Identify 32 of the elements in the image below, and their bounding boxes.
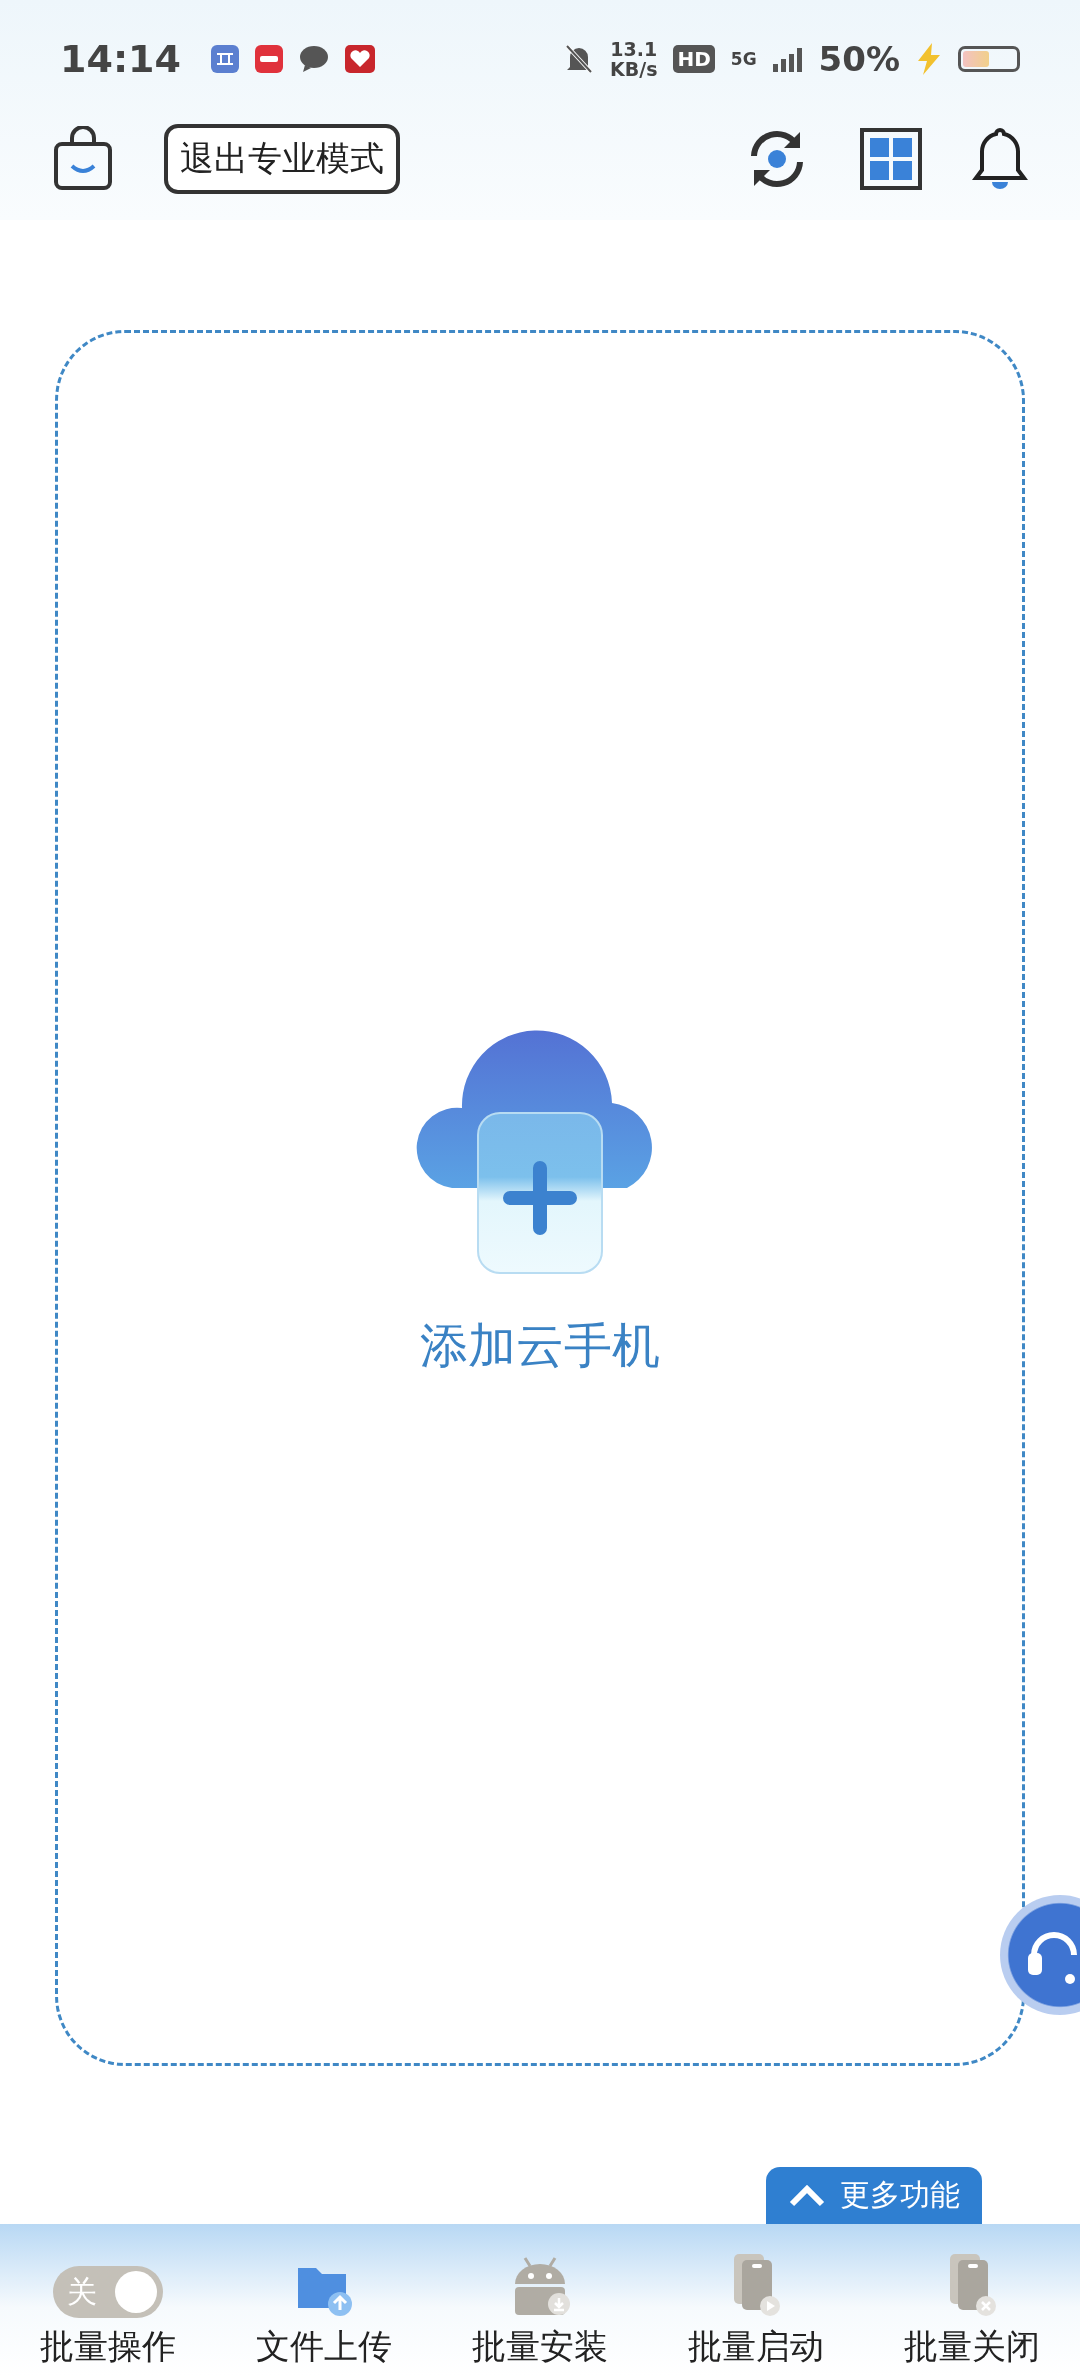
batch-action-label: 批量操作 [40, 2325, 176, 2368]
add-cloud-phone-label: 添加云手机 [420, 1316, 660, 1375]
batch-action-label: 文件上传 [256, 2325, 392, 2368]
more-features-button[interactable]: 更多功能 [766, 2167, 982, 2224]
shopping-bag-icon[interactable] [52, 126, 114, 192]
batch-action-item[interactable]: 批量启动 [688, 2252, 824, 2370]
exit-pro-mode-button[interactable]: 退出专业模式 [164, 124, 400, 194]
network-speed: 13.1 KB/s [610, 39, 658, 79]
grid-icon[interactable] [860, 128, 922, 190]
charging-icon [916, 43, 942, 75]
add-cloud-phone-card[interactable]: 添加云手机 [55, 330, 1025, 2066]
batch-action-item[interactable]: 批量安装 [472, 2252, 608, 2370]
hd-indicator: HD [673, 45, 715, 73]
chat-bubble-icon [298, 45, 329, 73]
battery-icon [958, 46, 1020, 72]
heart-app-icon [344, 45, 375, 73]
batch-action-label: 批量关闭 [904, 2325, 1040, 2368]
batch-action-label: 批量安装 [472, 2325, 608, 2368]
bell-muted-icon [564, 43, 594, 75]
battery-percent: 50% [818, 39, 900, 79]
batch-action-item[interactable]: 文件上传 [256, 2258, 392, 2370]
batch-action-label: 批量启动 [688, 2325, 824, 2368]
toggle-text: 关 [67, 2272, 97, 2311]
network-type: 5G [730, 49, 757, 69]
notification-bell-icon[interactable] [972, 126, 1028, 192]
batch-action-item[interactable]: 批量关闭 [904, 2252, 1040, 2370]
chevron-up-icon [788, 2183, 826, 2208]
app-notification-icon [254, 45, 283, 73]
batch-action-item[interactable]: 关 批量操作 [40, 2266, 176, 2370]
status-time: 14:14 [60, 37, 181, 81]
app-notification-icon [210, 45, 239, 73]
signal-icon [772, 46, 803, 72]
